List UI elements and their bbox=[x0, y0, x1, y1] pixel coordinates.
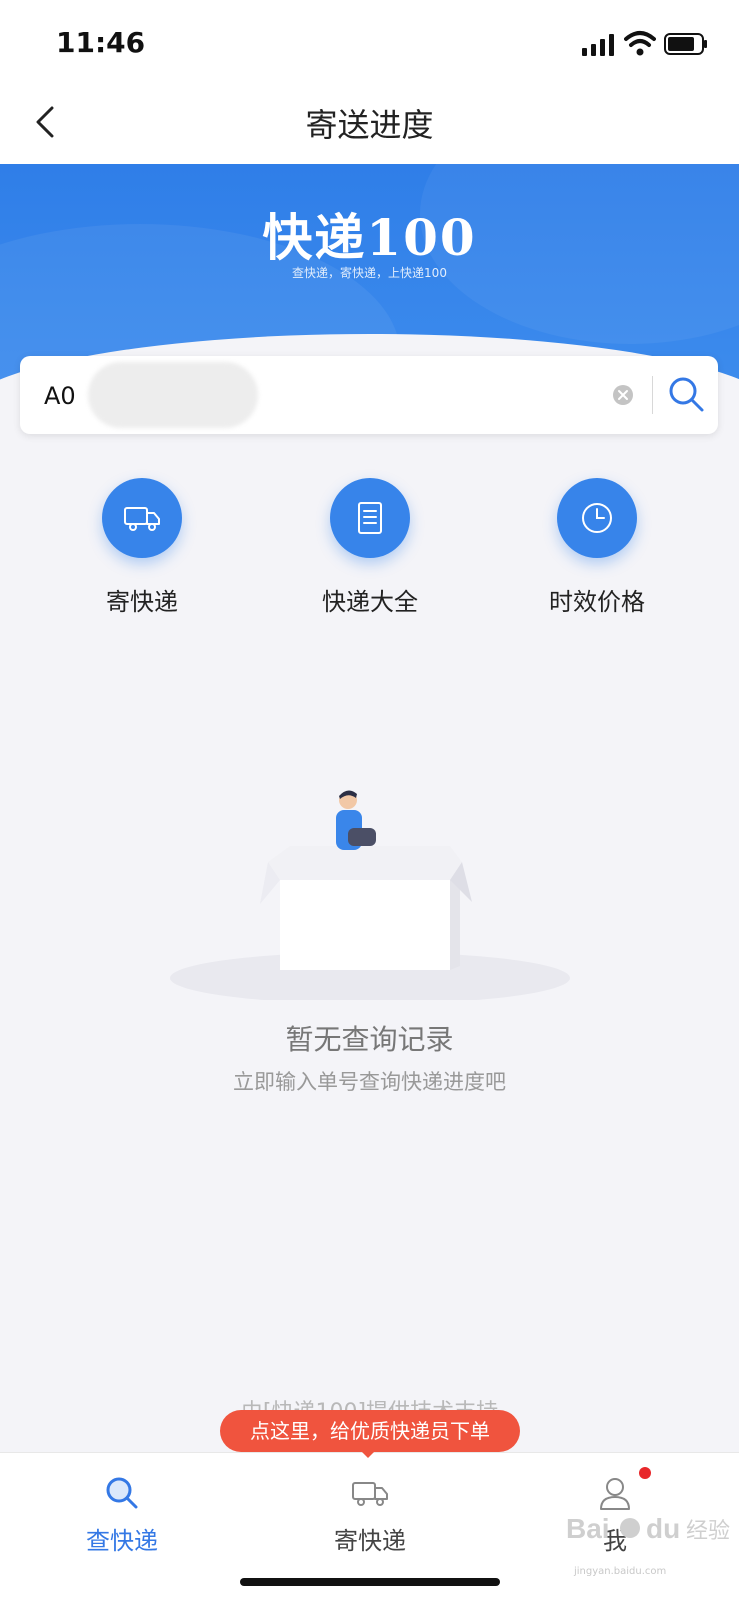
clock-icon bbox=[582, 503, 612, 533]
tab-query[interactable]: 查快递 bbox=[22, 1453, 222, 1563]
quick-action-price[interactable]: 时效价格 bbox=[507, 478, 687, 618]
empty-box-illustration bbox=[170, 790, 570, 1000]
quick-action-label: 时效价格 bbox=[549, 588, 645, 616]
quick-action-circle bbox=[330, 478, 410, 558]
svg-text:经验: 经验 bbox=[686, 1519, 730, 1544]
quick-action-send[interactable]: 寄快递 bbox=[52, 478, 232, 618]
svg-text:Bai: Bai bbox=[566, 1513, 610, 1544]
empty-state-subtitle: 立即输入单号查询快递进度吧 bbox=[233, 1070, 506, 1094]
signal-icon bbox=[582, 34, 614, 56]
quick-action-circle bbox=[102, 478, 182, 558]
brand-logo: 快递100 bbox=[262, 208, 477, 267]
search-icon bbox=[106, 1477, 138, 1509]
truck-icon bbox=[124, 507, 160, 531]
document-icon bbox=[358, 502, 382, 534]
battery-icon bbox=[664, 33, 707, 55]
promo-bubble-arrow bbox=[360, 1450, 376, 1458]
baidu-watermark-logo: Bai du 经验 bbox=[566, 1513, 730, 1544]
empty-state-title: 暂无查询记录 bbox=[285, 1023, 454, 1056]
svg-text:du: du bbox=[646, 1513, 680, 1544]
status-bar: 11:46 bbox=[0, 0, 739, 80]
nav-bar: 寄送进度 bbox=[0, 80, 739, 164]
promo-bubble[interactable]: 点这里，给优质快递员下单 bbox=[220, 1410, 520, 1452]
quick-action-courier-list[interactable]: 快递大全 bbox=[280, 478, 460, 618]
quick-action-label: 快递大全 bbox=[322, 588, 418, 616]
home-indicator bbox=[240, 1578, 500, 1586]
notification-dot bbox=[639, 1467, 651, 1479]
brand-slogan: 查快递，寄快递，上快递100 bbox=[292, 266, 447, 280]
tab-send[interactable]: 寄快递 bbox=[270, 1453, 470, 1563]
wifi-icon bbox=[624, 31, 656, 56]
search-card bbox=[20, 356, 718, 434]
page-title: 寄送进度 bbox=[305, 106, 434, 144]
status-time: 11:46 bbox=[56, 26, 146, 59]
search-divider bbox=[652, 376, 653, 414]
tab-label: 寄快递 bbox=[334, 1527, 406, 1555]
tab-label: 查快递 bbox=[86, 1527, 158, 1555]
quick-action-label: 寄快递 bbox=[106, 588, 178, 616]
search-icon[interactable] bbox=[664, 372, 708, 416]
truck-icon bbox=[352, 1482, 388, 1506]
clear-icon[interactable] bbox=[612, 384, 634, 406]
redacted-overlay bbox=[88, 362, 258, 428]
watermark-url: jingyan.baidu.com bbox=[574, 1566, 667, 1577]
quick-action-circle bbox=[557, 478, 637, 558]
